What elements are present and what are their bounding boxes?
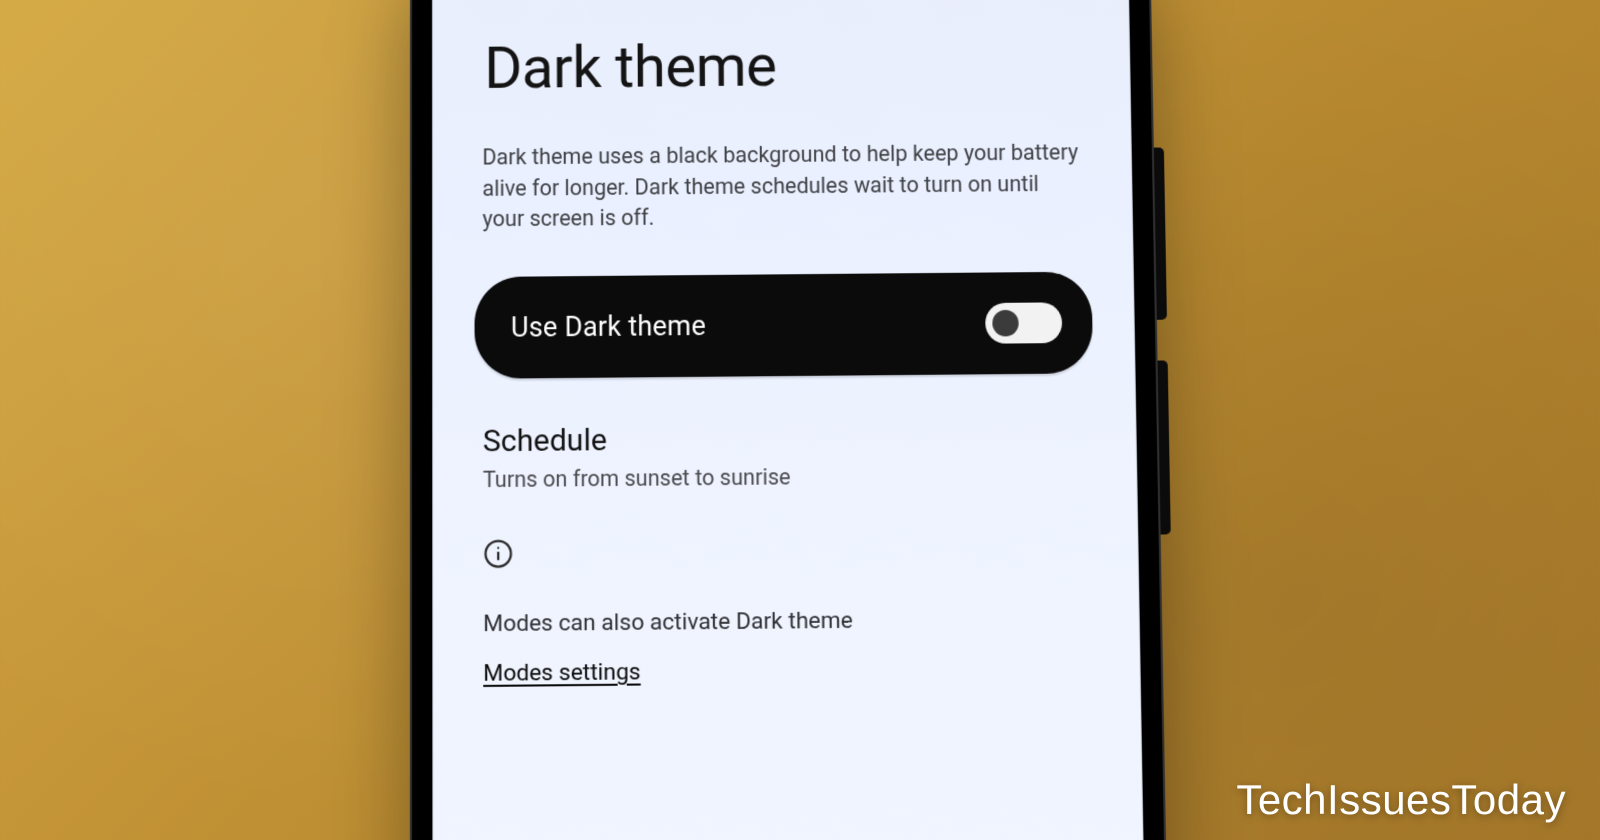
switch-knob	[992, 309, 1019, 336]
watermark-text: TechIssuesToday	[1236, 776, 1566, 824]
schedule-subtitle: Turns on from sunset to sunrise	[483, 462, 1087, 493]
modes-settings-link[interactable]: Modes settings	[483, 658, 641, 686]
page-title: Dark theme	[484, 29, 1083, 103]
phone-screen: Dark theme Dark theme uses a black backg…	[432, 0, 1145, 840]
info-block: Modes can also activate Dark theme Modes…	[481, 533, 1092, 687]
use-dark-theme-label: Use Dark theme	[511, 309, 706, 343]
use-dark-theme-toggle-row[interactable]: Use Dark theme	[474, 271, 1093, 378]
info-icon	[483, 538, 514, 569]
schedule-title: Schedule	[483, 418, 1087, 459]
phone-frame: Dark theme Dark theme uses a black backg…	[410, 0, 1168, 840]
page-description: Dark theme uses a black background to he…	[480, 138, 1084, 236]
info-text: Modes can also activate Dark theme	[483, 605, 1089, 637]
schedule-row[interactable]: Schedule Turns on from sunset to sunrise	[481, 418, 1089, 493]
settings-content: Dark theme Dark theme uses a black backg…	[432, 0, 1142, 728]
use-dark-theme-switch[interactable]	[985, 302, 1062, 343]
